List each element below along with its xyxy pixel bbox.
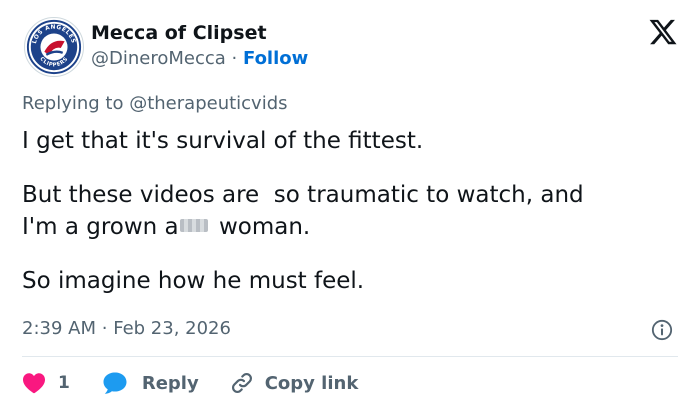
reply-context-prefix: Replying to <box>22 93 124 114</box>
x-logo-icon[interactable] <box>648 17 678 47</box>
copy-link-label: Copy link <box>264 372 359 394</box>
clippers-logo-icon: LOS ANGELES CLIPPERS <box>26 19 82 75</box>
tweet-line-2: But these videos are so traumatic to wat… <box>22 182 584 208</box>
handle-separator: · <box>231 48 238 69</box>
timestamp-separator: · <box>101 318 108 339</box>
reply-context: Replying to @therapeuticvids <box>22 92 288 116</box>
tweet-text: I get that it's survival of the fittest.… <box>22 125 672 297</box>
tweet-line-4: So imagine how he must feel. <box>22 268 365 294</box>
link-icon <box>231 373 252 393</box>
tweet-timestamp[interactable]: 2:39 AM · Feb 23, 2026 <box>22 317 231 341</box>
censored-word-blur <box>179 219 208 232</box>
author-handle[interactable]: @DineroMecca <box>91 48 226 69</box>
reply-bubble-icon <box>103 372 127 394</box>
like-button[interactable]: 1 <box>22 372 70 394</box>
author-display-name[interactable]: Mecca of Clipset <box>91 21 267 45</box>
copy-link-button[interactable]: Copy link <box>229 370 359 396</box>
like-count: 1 <box>58 373 70 393</box>
tweet-line-3: I'm a grown a woman. <box>22 211 672 243</box>
timestamp-time: 2:39 AM <box>22 318 96 339</box>
tweet-line-3-before: I'm a grown a <box>22 214 179 240</box>
follow-button[interactable]: Follow <box>243 48 308 69</box>
divider <box>22 356 678 357</box>
reply-mention-link[interactable]: @therapeuticvids <box>129 93 287 114</box>
tweet-line-1: I get that it's survival of the fittest. <box>22 128 424 154</box>
heart-icon <box>23 373 45 394</box>
tweet-line-3-after: woman. <box>211 214 311 240</box>
action-bar: 1 Reply Copy link <box>22 369 358 397</box>
info-icon[interactable] <box>651 319 673 341</box>
avatar[interactable]: LOS ANGELES CLIPPERS <box>24 17 84 77</box>
timestamp-date: Feb 23, 2026 <box>113 318 231 339</box>
author-handle-row: @DineroMecca · Follow <box>91 47 308 71</box>
reply-label: Reply <box>141 372 199 394</box>
reply-button[interactable]: Reply <box>102 371 199 395</box>
